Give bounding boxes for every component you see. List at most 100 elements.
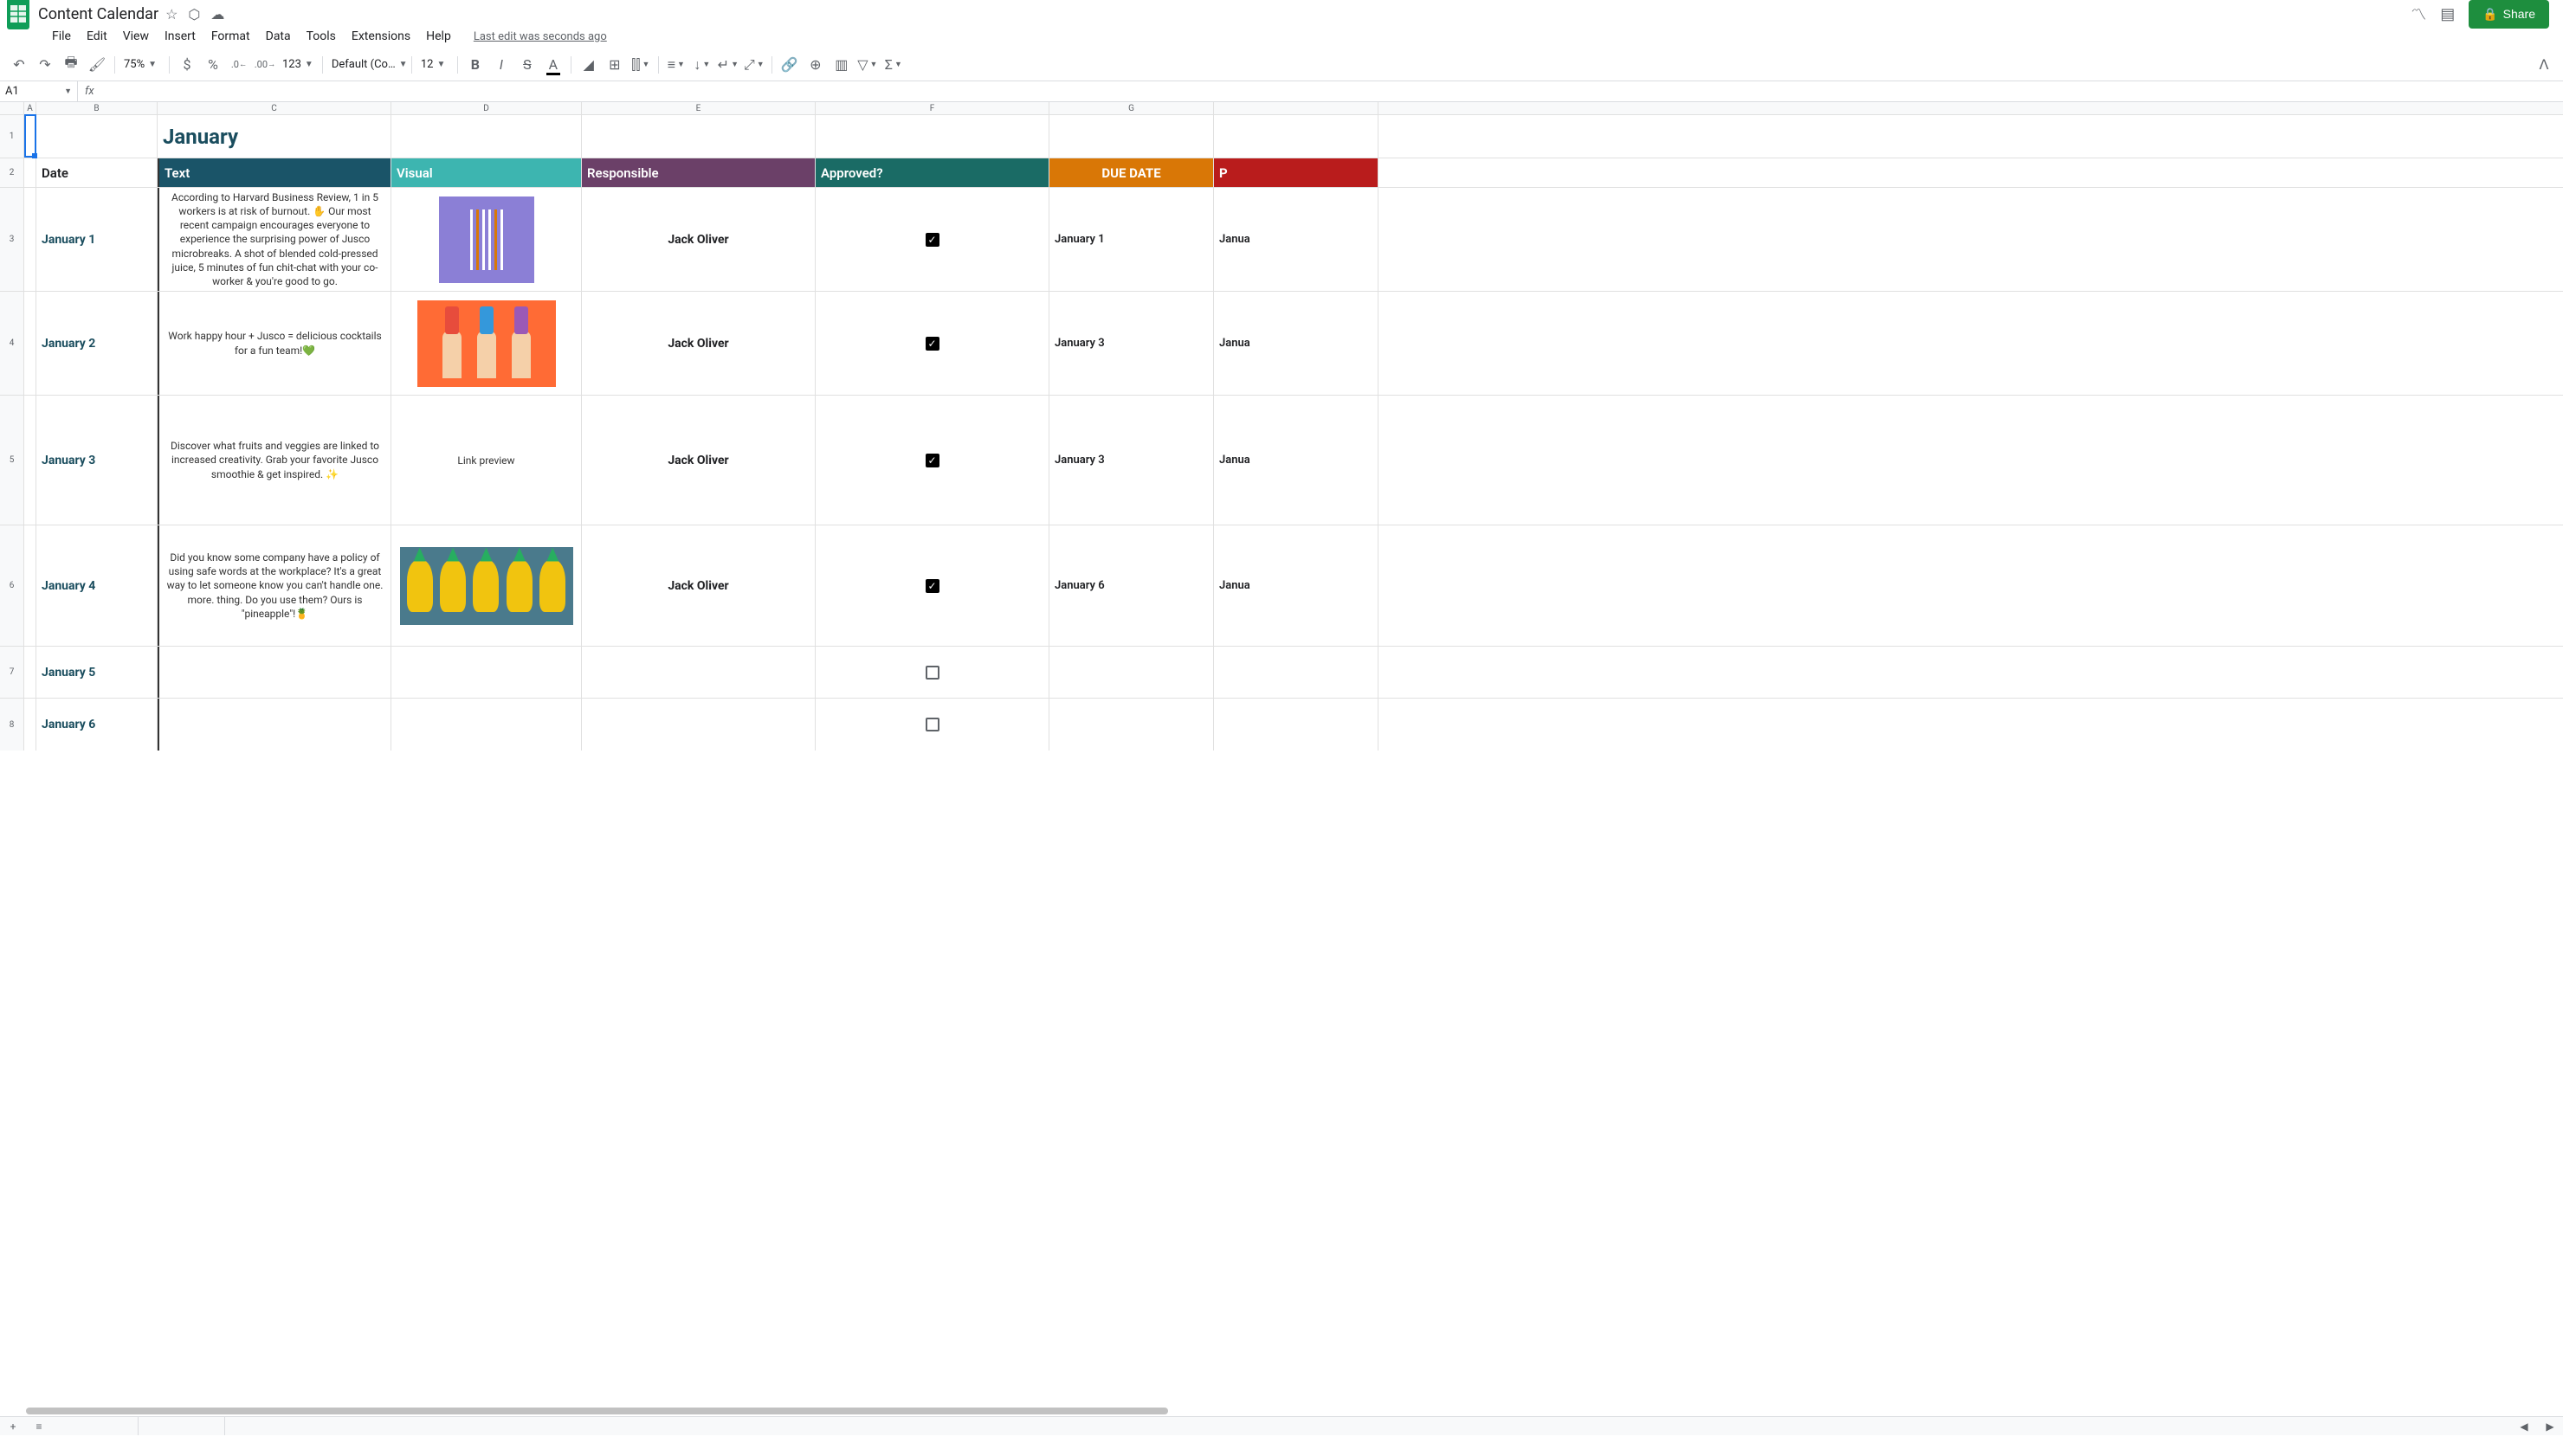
approved-cell[interactable]: ✓ — [816, 396, 1049, 525]
menu-format[interactable]: Format — [204, 26, 257, 47]
font-select[interactable]: Default (Co…▼ — [328, 55, 406, 75]
menu-tools[interactable]: Tools — [300, 26, 343, 47]
rotate-button[interactable]: ⤢▼ — [742, 53, 766, 77]
date-cell[interactable]: January 4 — [36, 525, 158, 646]
cell[interactable] — [816, 115, 1049, 158]
row-header-6[interactable]: 6 — [0, 525, 24, 646]
cell[interactable] — [24, 292, 36, 395]
header-approved[interactable]: Approved? — [816, 158, 1049, 187]
menu-edit[interactable]: Edit — [80, 26, 114, 47]
due-cell[interactable]: January 6 — [1049, 525, 1214, 646]
sheet-tab[interactable] — [139, 1417, 225, 1435]
text-cell[interactable]: Did you know some company have a policy … — [158, 525, 391, 646]
currency-button[interactable]: $ — [175, 53, 199, 77]
responsible-cell[interactable] — [582, 647, 816, 698]
date-cell[interactable]: January 2 — [36, 292, 158, 395]
header-visual[interactable]: Visual — [391, 158, 582, 187]
month-title-cell[interactable]: January — [158, 115, 391, 158]
row-header-2[interactable]: 2 — [0, 158, 24, 187]
responsible-cell[interactable]: Jack Oliver — [582, 188, 816, 291]
row-header-5[interactable]: 5 — [0, 396, 24, 525]
redo-button[interactable]: ↷ — [33, 53, 57, 77]
italic-button[interactable]: I — [489, 53, 513, 77]
cell[interactable] — [24, 396, 36, 525]
visual-cell[interactable] — [391, 699, 582, 751]
cell[interactable] — [391, 115, 582, 158]
sheets-logo[interactable] — [7, 0, 29, 29]
cell[interactable] — [24, 699, 36, 751]
collapse-toolbar-button[interactable]: ᐱ — [2532, 53, 2556, 77]
date-cell[interactable]: January 3 — [36, 396, 158, 525]
date-cell[interactable]: January 5 — [36, 647, 158, 698]
visual-cell[interactable] — [391, 188, 582, 291]
menu-data[interactable]: Data — [259, 26, 298, 47]
valign-button[interactable]: ↓▼ — [690, 53, 714, 77]
zoom-select[interactable]: 75%▼ — [120, 55, 164, 75]
last-edit-link[interactable]: Last edit was seconds ago — [474, 30, 607, 43]
checkbox-icon[interactable]: ✓ — [926, 454, 939, 467]
menu-file[interactable]: File — [45, 26, 78, 47]
partial-cell[interactable]: Janua — [1214, 188, 1378, 291]
horizontal-scrollbar[interactable] — [24, 1408, 2563, 1416]
row-header-4[interactable]: 4 — [0, 292, 24, 395]
approved-cell[interactable]: ✓ — [816, 525, 1049, 646]
approved-cell[interactable] — [816, 647, 1049, 698]
select-all-corner[interactable] — [0, 102, 24, 114]
checkbox-icon[interactable]: ✓ — [926, 337, 939, 351]
col-header-C[interactable]: C — [158, 102, 391, 114]
share-button[interactable]: 🔒 Share — [2469, 0, 2549, 29]
add-sheet-button[interactable]: + — [0, 1421, 26, 1433]
bold-button[interactable]: B — [463, 53, 487, 77]
header-due[interactable]: DUE DATE — [1049, 158, 1214, 187]
col-header-G[interactable]: G — [1049, 102, 1214, 114]
checkbox-icon[interactable]: ✓ — [926, 579, 939, 593]
col-header-A[interactable]: A — [24, 102, 36, 114]
link-button[interactable]: 🔗 — [778, 53, 802, 77]
col-header-E[interactable]: E — [582, 102, 816, 114]
partial-cell[interactable]: Janua — [1214, 292, 1378, 395]
due-cell[interactable]: January 3 — [1049, 396, 1214, 525]
text-color-button[interactable]: A — [541, 53, 565, 77]
cell[interactable] — [24, 525, 36, 646]
cell[interactable] — [24, 115, 36, 158]
fill-color-button[interactable]: ◢ — [577, 53, 601, 77]
date-cell[interactable]: January 6 — [36, 699, 158, 751]
filter-button[interactable]: ▽▼ — [855, 53, 880, 77]
col-header-H[interactable] — [1214, 102, 1378, 114]
visual-cell[interactable] — [391, 292, 582, 395]
text-cell[interactable] — [158, 647, 391, 698]
date-cell[interactable]: January 1 — [36, 188, 158, 291]
sheet-prev-button[interactable]: ◀ — [2511, 1421, 2537, 1433]
partial-cell[interactable]: Janua — [1214, 396, 1378, 525]
due-cell[interactable]: January 3 — [1049, 292, 1214, 395]
menu-help[interactable]: Help — [419, 26, 458, 47]
chart-button[interactable]: ▥ — [830, 53, 854, 77]
col-header-B[interactable]: B — [36, 102, 158, 114]
sheet-tab[interactable] — [52, 1417, 139, 1435]
menu-view[interactable]: View — [116, 26, 156, 47]
cell[interactable] — [582, 115, 816, 158]
partial-cell[interactable] — [1214, 647, 1378, 698]
percent-button[interactable]: % — [201, 53, 225, 77]
document-title[interactable]: Content Calendar — [38, 5, 158, 23]
sheet-next-button[interactable]: ▶ — [2537, 1421, 2563, 1433]
paint-format-button[interactable]: 🖌 — [85, 53, 109, 77]
cell[interactable] — [24, 188, 36, 291]
activity-icon[interactable]: 〽 — [2411, 3, 2426, 25]
cell[interactable] — [1049, 115, 1214, 158]
format-select[interactable]: 123▼ — [279, 55, 317, 75]
header-date[interactable]: Date — [36, 158, 158, 187]
functions-button[interactable]: Σ▼ — [881, 53, 906, 77]
borders-button[interactable]: ⊞ — [603, 53, 627, 77]
wrap-button[interactable]: ↵▼ — [716, 53, 740, 77]
responsible-cell[interactable]: Jack Oliver — [582, 525, 816, 646]
star-icon[interactable]: ☆ — [165, 6, 178, 23]
merge-button[interactable]: ⫿⫿▼ — [629, 53, 653, 77]
due-cell[interactable]: January 1 — [1049, 188, 1214, 291]
responsible-cell[interactable]: Jack Oliver — [582, 396, 816, 525]
due-cell[interactable] — [1049, 699, 1214, 751]
partial-cell[interactable]: Janua — [1214, 525, 1378, 646]
responsible-cell[interactable]: Jack Oliver — [582, 292, 816, 395]
partial-cell[interactable] — [1214, 699, 1378, 751]
font-size-select[interactable]: 12▼ — [417, 55, 452, 75]
